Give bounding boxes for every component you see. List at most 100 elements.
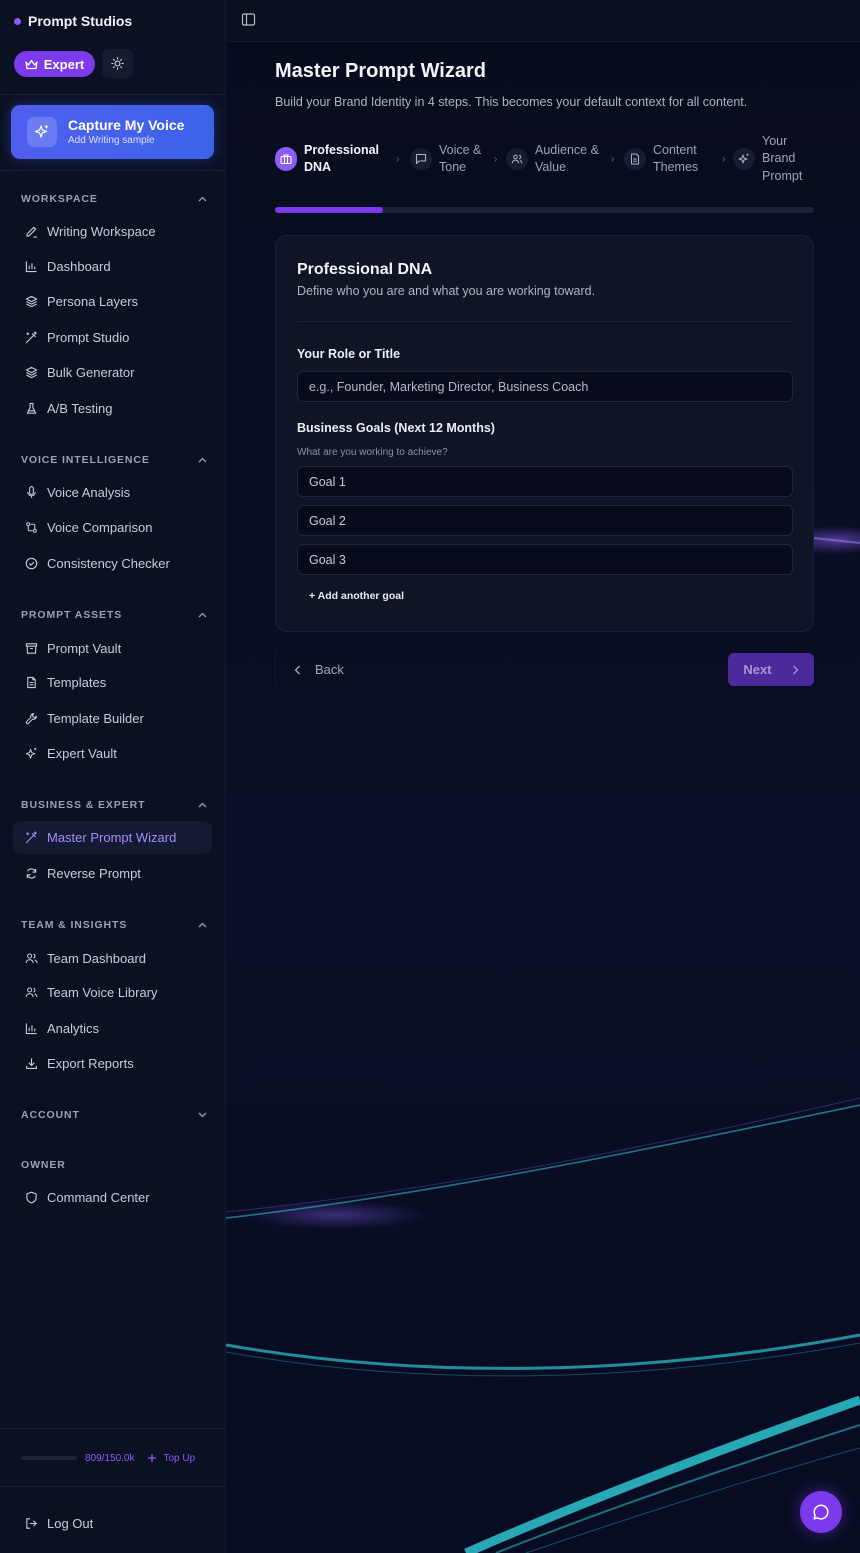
section-team-insights-header[interactable]: TEAM & INSIGHTS: [21, 918, 207, 932]
sidebar-item-command-center[interactable]: Command Center: [13, 1181, 212, 1214]
card-title: Professional DNA: [297, 261, 433, 278]
goal-2-input[interactable]: Goal 2: [297, 505, 793, 536]
chevron-left-icon: [294, 665, 300, 674]
chat-button[interactable]: [800, 1491, 842, 1533]
message-square-icon: [410, 148, 432, 170]
sidebar-item-export-reports[interactable]: Export Reports: [13, 1047, 212, 1080]
microphone-icon: [27, 486, 36, 498]
step-your-brand-prompt[interactable]: Your Brand Prompt: [733, 130, 802, 188]
next-label: Next: [743, 662, 772, 677]
sparkles-icon: [25, 747, 37, 759]
step-professional-dna[interactable]: Professional DNA: [275, 130, 379, 188]
sidebar-item-template-builder[interactable]: Template Builder: [13, 702, 212, 735]
wizard-progress-bar: [275, 207, 814, 213]
credits-progress-bar: [21, 1456, 77, 1460]
add-goal-button[interactable]: + Add another goal: [309, 590, 404, 602]
sidebar-item-prompt-studio[interactable]: Prompt Studio: [13, 321, 212, 354]
divider: [297, 321, 793, 322]
sidebar-toggle-icon[interactable]: [241, 12, 256, 27]
step-label: Voice & Tone: [439, 142, 482, 175]
section-title: BUSINESS & EXPERT: [21, 799, 146, 811]
top-up-label: Top Up: [163, 1452, 196, 1464]
sidebar-item-analytics[interactable]: Analytics: [13, 1012, 212, 1045]
sidebar-item-team-voice-library[interactable]: Team Voice Library: [13, 976, 212, 1009]
step-voice-tone[interactable]: Voice & Tone: [410, 130, 481, 188]
brand[interactable]: Prompt Studios: [14, 12, 132, 30]
sidebar-item-label: Export Reports: [47, 1056, 134, 1071]
capture-subtitle: Add Writing sample: [68, 134, 155, 146]
magic-wand-icon: [25, 831, 37, 844]
brand-name: Prompt Studios: [28, 13, 133, 29]
sidebar-item-voice-comparison[interactable]: Voice Comparison: [13, 511, 212, 544]
chevron-down-icon: [198, 1112, 207, 1118]
sidebar-item-label: Expert Vault: [47, 746, 117, 761]
logout-icon: [26, 1518, 37, 1529]
theme-toggle-button[interactable]: [102, 49, 133, 78]
document-icon: [624, 148, 646, 170]
capture-title: Capture My Voice: [68, 116, 185, 133]
magic-wand-icon: [25, 331, 37, 344]
sidebar-item-expert-vault[interactable]: Expert Vault: [13, 737, 212, 770]
sidebar-item-writing-workspace[interactable]: Writing Workspace: [13, 215, 212, 248]
sidebar-item-consistency-checker[interactable]: Consistency Checker: [13, 547, 212, 580]
goals-label: Business Goals (Next 12 Months): [297, 421, 495, 435]
pen-icon: [26, 226, 38, 238]
sidebar-item-ab-testing[interactable]: A/B Testing: [13, 392, 212, 425]
sidebar-item-label: Command Center: [47, 1190, 150, 1205]
chevron-right-icon: [792, 665, 799, 674]
sidebar-item-label: Prompt Studio: [47, 330, 130, 345]
briefcase-icon: [275, 147, 297, 171]
logout-label: Log Out: [47, 1516, 94, 1531]
chevron-right-icon: ›: [611, 154, 615, 165]
sidebar-item-voice-analysis[interactable]: Voice Analysis: [13, 476, 212, 509]
divider: [0, 1428, 225, 1429]
check-circle-icon: [25, 557, 38, 570]
sidebar-item-templates[interactable]: Templates: [13, 666, 212, 699]
sidebar-item-dashboard[interactable]: Dashboard: [13, 250, 212, 283]
chevron-up-icon: [198, 922, 207, 928]
flask-icon: [26, 402, 37, 414]
sidebar-item-reverse-prompt[interactable]: Reverse Prompt: [13, 857, 212, 890]
users-icon: [25, 987, 38, 998]
chat-bubble-icon: [813, 1504, 829, 1520]
sidebar-item-bulk-generator[interactable]: Bulk Generator: [13, 356, 212, 389]
sidebar-item-label: Analytics: [47, 1021, 100, 1036]
back-button[interactable]: Back: [275, 653, 365, 686]
sun-icon: [111, 57, 124, 70]
expert-label: Expert: [43, 56, 85, 72]
chevron-right-icon: ›: [396, 154, 400, 165]
section-voice-intelligence-header[interactable]: VOICE INTELLIGENCE: [21, 453, 207, 467]
sidebar-item-label: Prompt Vault: [47, 641, 122, 656]
top-up-button[interactable]: Top Up: [147, 1452, 196, 1464]
section-business-expert-header[interactable]: BUSINESS & EXPERT: [21, 798, 207, 812]
sidebar-item-master-prompt-wizard[interactable]: Master Prompt Wizard: [13, 821, 212, 854]
next-button[interactable]: Next: [728, 653, 814, 686]
section-prompt-assets-header[interactable]: PROMPT ASSETS: [21, 608, 207, 622]
expert-badge-button[interactable]: Expert: [14, 51, 95, 77]
section-title: WORKSPACE: [21, 193, 98, 205]
download-icon: [26, 1058, 37, 1069]
logout-button[interactable]: Log Out: [13, 1507, 212, 1540]
compare-arrows-icon: [26, 522, 37, 533]
sidebar-item-label: A/B Testing: [47, 401, 113, 416]
step-content-themes[interactable]: Content Themes: [624, 130, 698, 188]
chevron-up-icon: [198, 612, 207, 618]
archive-icon: [25, 643, 38, 654]
section-workspace-header[interactable]: WORKSPACE: [21, 192, 207, 206]
sidebar-item-team-dashboard[interactable]: Team Dashboard: [13, 942, 212, 975]
sidebar-item-label: Team Voice Library: [47, 985, 158, 1000]
goal-3-input[interactable]: Goal 3: [297, 544, 793, 575]
sidebar-item-persona-layers[interactable]: Persona Layers: [13, 285, 212, 318]
sidebar-item-prompt-vault[interactable]: Prompt Vault: [13, 632, 212, 665]
capture-voice-button[interactable]: Capture My Voice Add Writing sample: [11, 105, 214, 159]
step-audience-value[interactable]: Audience & Value: [506, 130, 599, 188]
role-input[interactable]: e.g., Founder, Marketing Director, Busin…: [297, 371, 793, 402]
plus-icon: [147, 1454, 156, 1462]
page-title: Master Prompt Wizard: [275, 60, 486, 82]
sidebar: Prompt Studios Expert Capture My Voice A…: [0, 0, 226, 1553]
goal-1-input[interactable]: Goal 1: [297, 466, 793, 497]
chevron-up-icon: [198, 196, 207, 202]
section-account-header[interactable]: ACCOUNT: [21, 1108, 207, 1122]
bar-chart-icon: [25, 261, 37, 273]
section-title: VOICE INTELLIGENCE: [21, 454, 150, 466]
